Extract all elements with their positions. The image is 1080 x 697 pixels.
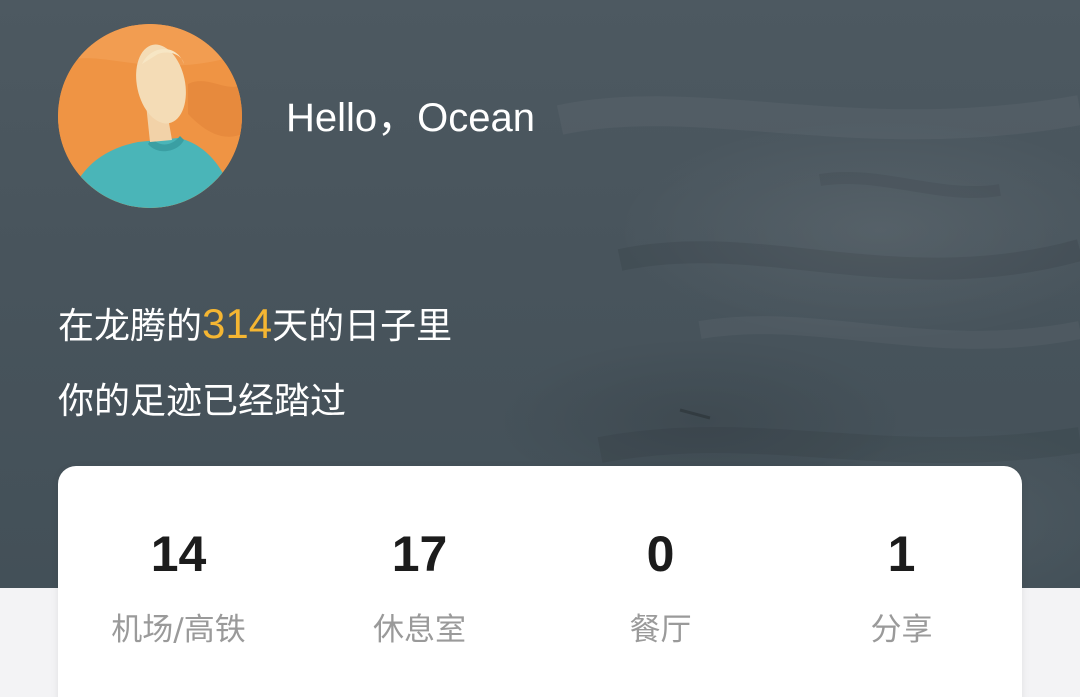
stat-label: 机场/高铁 xyxy=(111,612,246,648)
stat-value: 17 xyxy=(391,526,448,582)
stat-restaurant[interactable]: 0 餐厅 xyxy=(540,466,781,650)
avatar[interactable] xyxy=(58,24,242,208)
stat-label: 休息室 xyxy=(373,612,466,648)
greeting-text: Hello，Ocean xyxy=(286,96,536,140)
summary-prefix: 在龙腾的 xyxy=(58,306,203,347)
stats-row: 14 机场/高铁 17 休息室 0 餐厅 1 分享 xyxy=(58,466,1022,650)
stats-card: 14 机场/高铁 17 休息室 0 餐厅 1 分享 xyxy=(58,466,1022,697)
stat-lounge[interactable]: 17 休息室 xyxy=(299,466,540,650)
user-avatar-icon xyxy=(58,24,242,208)
stat-airport-rail[interactable]: 14 机场/高铁 xyxy=(58,466,299,650)
stat-value: 0 xyxy=(646,526,675,582)
stat-value: 14 xyxy=(150,526,207,582)
summary-headline: 在龙腾的314天的日子里 xyxy=(58,298,452,353)
stat-share[interactable]: 1 分享 xyxy=(781,466,1022,650)
membership-summary-screen: Hello，Ocean 在龙腾的314天的日子里 你的足迹已经踏过 14 机场/… xyxy=(0,0,1080,697)
stat-label: 分享 xyxy=(870,612,933,648)
stat-value: 1 xyxy=(887,526,916,582)
summary-subtitle: 你的足迹已经踏过 xyxy=(58,381,347,422)
stat-label: 餐厅 xyxy=(629,612,692,648)
days-count: 314 xyxy=(202,300,273,347)
summary-suffix: 天的日子里 xyxy=(272,306,453,347)
